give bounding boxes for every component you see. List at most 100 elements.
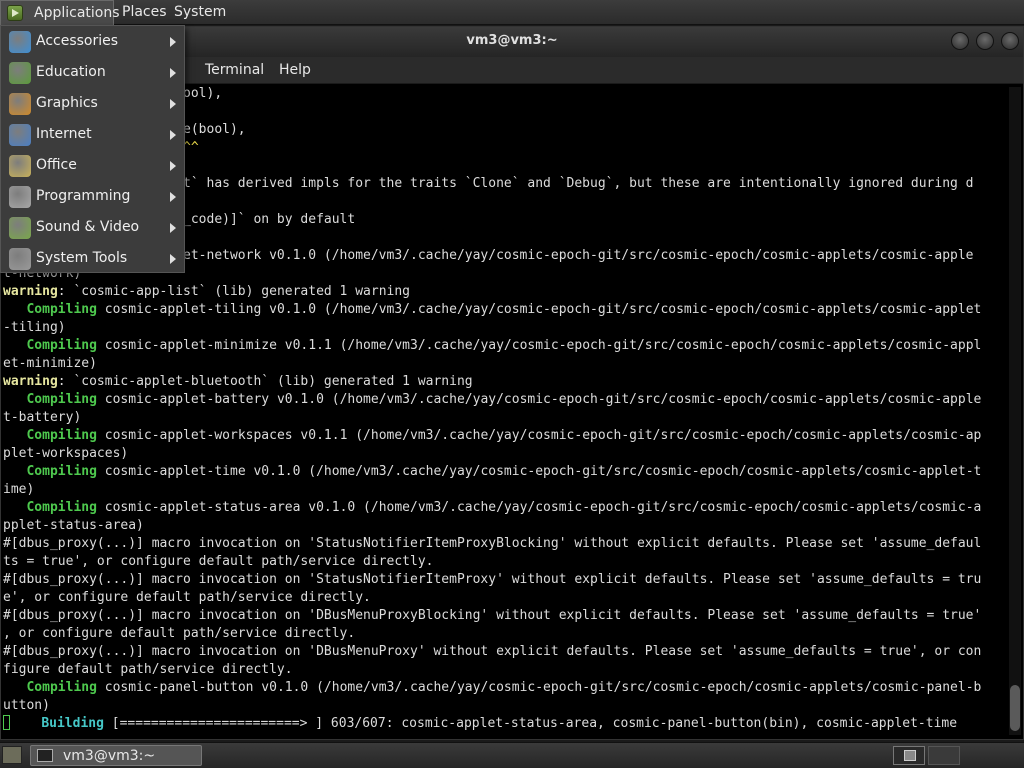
applications-logo-icon — [7, 5, 23, 21]
apps-menu-item-label: Office — [36, 157, 77, 173]
workspace-2[interactable] — [928, 746, 960, 765]
terminal-text: t-battery) — [3, 410, 82, 425]
terminal-line: ime) — [3, 481, 1003, 499]
applications-menu[interactable]: Applications — [0, 0, 120, 25]
terminal-text: et-minimize) — [3, 356, 97, 371]
terminal-line: pplet-status-area) — [3, 517, 1003, 535]
terminal-text: #[dbus_proxy(...)] macro invocation on '… — [3, 536, 982, 551]
apps-menu-item-accessories[interactable]: Accessories — [1, 26, 184, 57]
terminal-line: Compiling cosmic-applet-workspaces v0.1.… — [3, 427, 1003, 445]
terminal-line: utton) — [3, 697, 1003, 715]
internet-icon — [9, 124, 31, 146]
submenu-arrow-icon — [170, 37, 176, 47]
terminal-line: warning: `cosmic-app-list` (lib) generat… — [3, 283, 1003, 301]
terminal-line: #[dbus_proxy(...)] macro invocation on '… — [3, 535, 1003, 553]
scrollbar-thumb[interactable] — [1010, 685, 1020, 731]
terminal-text: Building — [41, 716, 104, 731]
terminal-text: cosmic-applet-minimize v0.1.1 (/home/vm3… — [96, 338, 982, 353]
terminal-line: figure default path/service directly. — [3, 661, 1003, 679]
education-icon — [9, 62, 31, 84]
terminal-text: cosmic-applet-workspaces v0.1.1 (/home/v… — [96, 428, 982, 443]
apps-menu-item-label: Programming — [36, 188, 131, 204]
terminal-line: Compiling cosmic-applet-minimize v0.1.1 … — [3, 337, 1003, 355]
bottom-panel: vm3@vm3:~ — [0, 742, 1024, 768]
terminal-text: Compiling — [26, 464, 97, 479]
terminal-line: -tiling) — [3, 319, 1003, 337]
terminal-text: #[dbus_proxy(...)] macro invocation on '… — [3, 572, 982, 587]
terminal-line: Compiling cosmic-applet-tiling v0.1.0 (/… — [3, 301, 1003, 319]
apps-menu-item-office[interactable]: Office — [1, 150, 184, 181]
taskbar-terminal-button[interactable]: vm3@vm3:~ — [30, 745, 202, 766]
submenu-arrow-icon — [170, 130, 176, 140]
terminal-text: plet-workspaces) — [3, 446, 129, 461]
workspace-1[interactable] — [893, 746, 925, 765]
terminal-text: #[dbus_proxy(...)] macro invocation on '… — [3, 608, 982, 623]
terminal-line: e', or configure default path/service di… — [3, 589, 1003, 607]
terminal-line: plet-workspaces) — [3, 445, 1003, 463]
applications-dropdown: Accessories Education Graphics Internet Offi… — [0, 25, 185, 273]
menu-help[interactable]: Help — [279, 57, 311, 83]
terminal-text: cosmic-applet-battery v0.1.0 (/home/vm3/… — [96, 392, 982, 407]
show-desktop-icon[interactable] — [2, 746, 22, 764]
terminal-line: et-minimize) — [3, 355, 1003, 373]
terminal-line: t-battery) — [3, 409, 1003, 427]
window-title: vm3@vm3:~ — [466, 33, 558, 48]
submenu-arrow-icon — [170, 68, 176, 78]
terminal-text: ts = true', or configure default path/se… — [3, 554, 434, 569]
terminal-line: Building [=======================> ] 603… — [3, 715, 1003, 733]
terminal-text: cosmic-applet-time v0.1.0 (/home/vm3/.ca… — [96, 464, 982, 479]
terminal-line: ts = true', or configure default path/se… — [3, 553, 1003, 571]
terminal-line: Compiling cosmic-applet-status-area v0.1… — [3, 499, 1003, 517]
terminal-text: ime) — [3, 482, 35, 497]
applications-menu-label: Applications — [34, 5, 120, 21]
apps-menu-item-education[interactable]: Education — [1, 57, 184, 88]
apps-menu-item-label: System Tools — [36, 250, 128, 266]
workspace-window-thumb — [904, 750, 916, 761]
apps-menu-item-graphics[interactable]: Graphics — [1, 88, 184, 119]
terminal-text: #[dbus_proxy(...)] macro invocation on '… — [3, 644, 982, 659]
terminal-text: pplet-status-area) — [3, 518, 144, 533]
terminal-text: , or configure default path/service dire… — [3, 626, 356, 641]
apps-menu-item-label: Accessories — [36, 33, 119, 49]
places-menu[interactable]: Places — [116, 0, 173, 25]
system-tools-icon — [9, 248, 31, 270]
menu-terminal[interactable]: Terminal — [205, 57, 264, 83]
submenu-arrow-icon — [170, 223, 176, 233]
programming-icon — [9, 186, 31, 208]
terminal-text: Compiling — [26, 392, 97, 407]
graphics-icon — [9, 93, 31, 115]
terminal-text: warning — [3, 374, 58, 389]
terminal-text: Compiling — [26, 428, 97, 443]
minimize-button[interactable] — [951, 32, 969, 50]
maximize-button[interactable] — [976, 32, 994, 50]
terminal-text: cosmic-panel-button v0.1.0 (/home/vm3/.c… — [96, 680, 982, 695]
apps-menu-item-label: Graphics — [36, 95, 98, 111]
terminal-text: : `cosmic-applet-bluetooth` (lib) genera… — [57, 374, 473, 389]
terminal-scrollbar[interactable] — [1009, 87, 1021, 735]
terminal-line: Compiling cosmic-applet-time v0.1.0 (/ho… — [3, 463, 1003, 481]
submenu-arrow-icon — [170, 254, 176, 264]
terminal-line: Compiling cosmic-panel-button v0.1.0 (/h… — [3, 679, 1003, 697]
terminal-icon — [37, 749, 53, 762]
apps-menu-item-programming[interactable]: Programming — [1, 181, 184, 212]
apps-menu-item-system-tools[interactable]: System Tools — [1, 243, 184, 274]
submenu-arrow-icon — [170, 161, 176, 171]
terminal-text: cosmic-applet-tiling v0.1.0 (/home/vm3/.… — [96, 302, 982, 317]
office-icon — [9, 155, 31, 177]
terminal-text: figure default path/service directly. — [3, 662, 293, 677]
terminal-text: : `cosmic-app-list` (lib) generated 1 wa… — [57, 284, 410, 299]
apps-menu-item-internet[interactable]: Internet — [1, 119, 184, 150]
terminal-text: Compiling — [26, 500, 97, 515]
submenu-arrow-icon — [170, 99, 176, 109]
terminal-text: Compiling — [26, 338, 97, 353]
close-button[interactable] — [1001, 32, 1019, 50]
apps-menu-item-sound-video[interactable]: Sound & Video — [1, 212, 184, 243]
system-menu[interactable]: System — [168, 0, 232, 25]
